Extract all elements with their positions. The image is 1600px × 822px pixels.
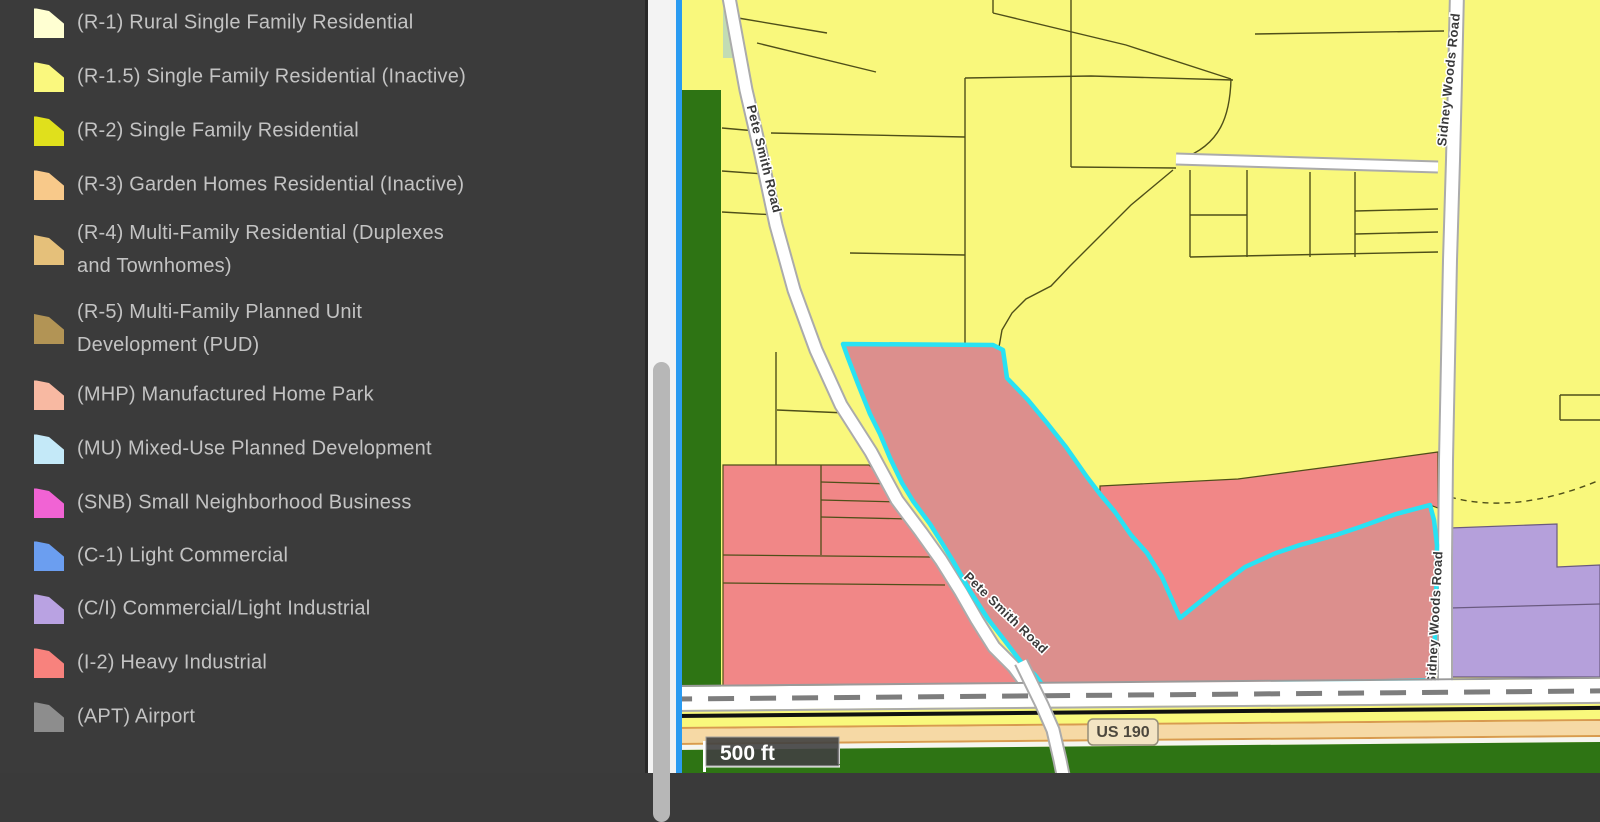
highway-shield-label: US 190 bbox=[1096, 724, 1149, 741]
map-left-border-highlight bbox=[676, 0, 682, 773]
legend-item: (R-1) Rural Single Family Residential bbox=[34, 7, 413, 40]
legend-scrollbar-thumb[interactable] bbox=[653, 362, 670, 822]
zone-color-swatch-icon bbox=[34, 702, 64, 732]
legend-item-label: (R-2) Single Family Residential bbox=[77, 119, 359, 142]
legend-item: (MHP) Manufactured Home Park bbox=[34, 379, 374, 412]
legend-item: (R-3) Garden Homes Residential (Inactive… bbox=[34, 169, 464, 202]
zone-color-swatch-icon bbox=[34, 314, 64, 344]
zone-color-swatch-icon bbox=[34, 235, 64, 265]
zone-color-swatch-icon bbox=[34, 170, 64, 200]
legend-item-label: (R-1.5) Single Family Residential (Inact… bbox=[77, 65, 466, 88]
legend-panel: (R-1) Rural Single Family Residential (R… bbox=[0, 0, 645, 773]
road-spur bbox=[1175, 152, 1439, 174]
zone-color-swatch-icon bbox=[34, 541, 64, 571]
zone-color-swatch-icon bbox=[34, 434, 64, 464]
legend-item: (R-1.5) Single Family Residential (Inact… bbox=[34, 61, 466, 94]
legend-item-label: (MHP) Manufactured Home Park bbox=[77, 383, 374, 406]
legend-item-label: (R-5) Multi-Family Planned Unit Developm… bbox=[77, 301, 363, 356]
legend-item-label: (SNB) Small Neighborhood Business bbox=[77, 491, 412, 514]
legend-item: (SNB) Small Neighborhood Business bbox=[34, 487, 412, 520]
zone-color-swatch-icon bbox=[34, 648, 64, 678]
zoning-map-canvas[interactable]: Pete Smith Road Pete Smith Road Sidney W… bbox=[665, 0, 1600, 796]
legend-item: (R-5) Multi-Family Planned Unit Developm… bbox=[34, 296, 362, 362]
legend-item: (APT) Airport bbox=[34, 701, 195, 734]
legend-item-label: (R-3) Garden Homes Residential (Inactive… bbox=[77, 173, 465, 196]
legend-item: (MU) Mixed-Use Planned Development bbox=[34, 433, 432, 466]
legend-item-label: (C-1) Light Commercial bbox=[77, 544, 289, 567]
zoning-map-svg[interactable]: Pete Smith Road Pete Smith Road Sidney W… bbox=[665, 0, 1600, 796]
highway-shield-us190: US 190 bbox=[1087, 718, 1159, 746]
zone-color-swatch-icon bbox=[34, 594, 64, 624]
scale-bar: 500 ft bbox=[703, 736, 840, 772]
zone-color-swatch-icon bbox=[34, 380, 64, 410]
legend-item-label: (APT) Airport bbox=[77, 705, 196, 728]
zone-color-swatch-icon bbox=[34, 8, 64, 38]
vegetation-strip bbox=[680, 90, 721, 688]
legend-item: (C-1) Light Commercial bbox=[34, 540, 288, 573]
legend-item: (R-2) Single Family Residential bbox=[34, 115, 359, 148]
zone-color-swatch-icon bbox=[34, 62, 64, 92]
legend-item: (C/I) Commercial/Light Industrial bbox=[34, 593, 370, 626]
scale-bar-label: 500 ft bbox=[720, 742, 775, 765]
zone-color-swatch-icon bbox=[34, 116, 64, 146]
legend-item: (R-4) Multi-Family Residential (Duplexes… bbox=[34, 217, 444, 283]
legend-item-label: (R-4) Multi-Family Residential (Duplexes… bbox=[77, 222, 444, 277]
legend-item-label: (I-2) Heavy Industrial bbox=[77, 651, 268, 674]
legend-item-label: (MU) Mixed-Use Planned Development bbox=[77, 437, 432, 460]
legend-item: (I-2) Heavy Industrial bbox=[34, 647, 267, 680]
legend-item-label: (R-1) Rural Single Family Residential bbox=[77, 11, 414, 34]
legend-item-label: (C/I) Commercial/Light Industrial bbox=[77, 597, 371, 620]
zone-color-swatch-icon bbox=[34, 488, 64, 518]
